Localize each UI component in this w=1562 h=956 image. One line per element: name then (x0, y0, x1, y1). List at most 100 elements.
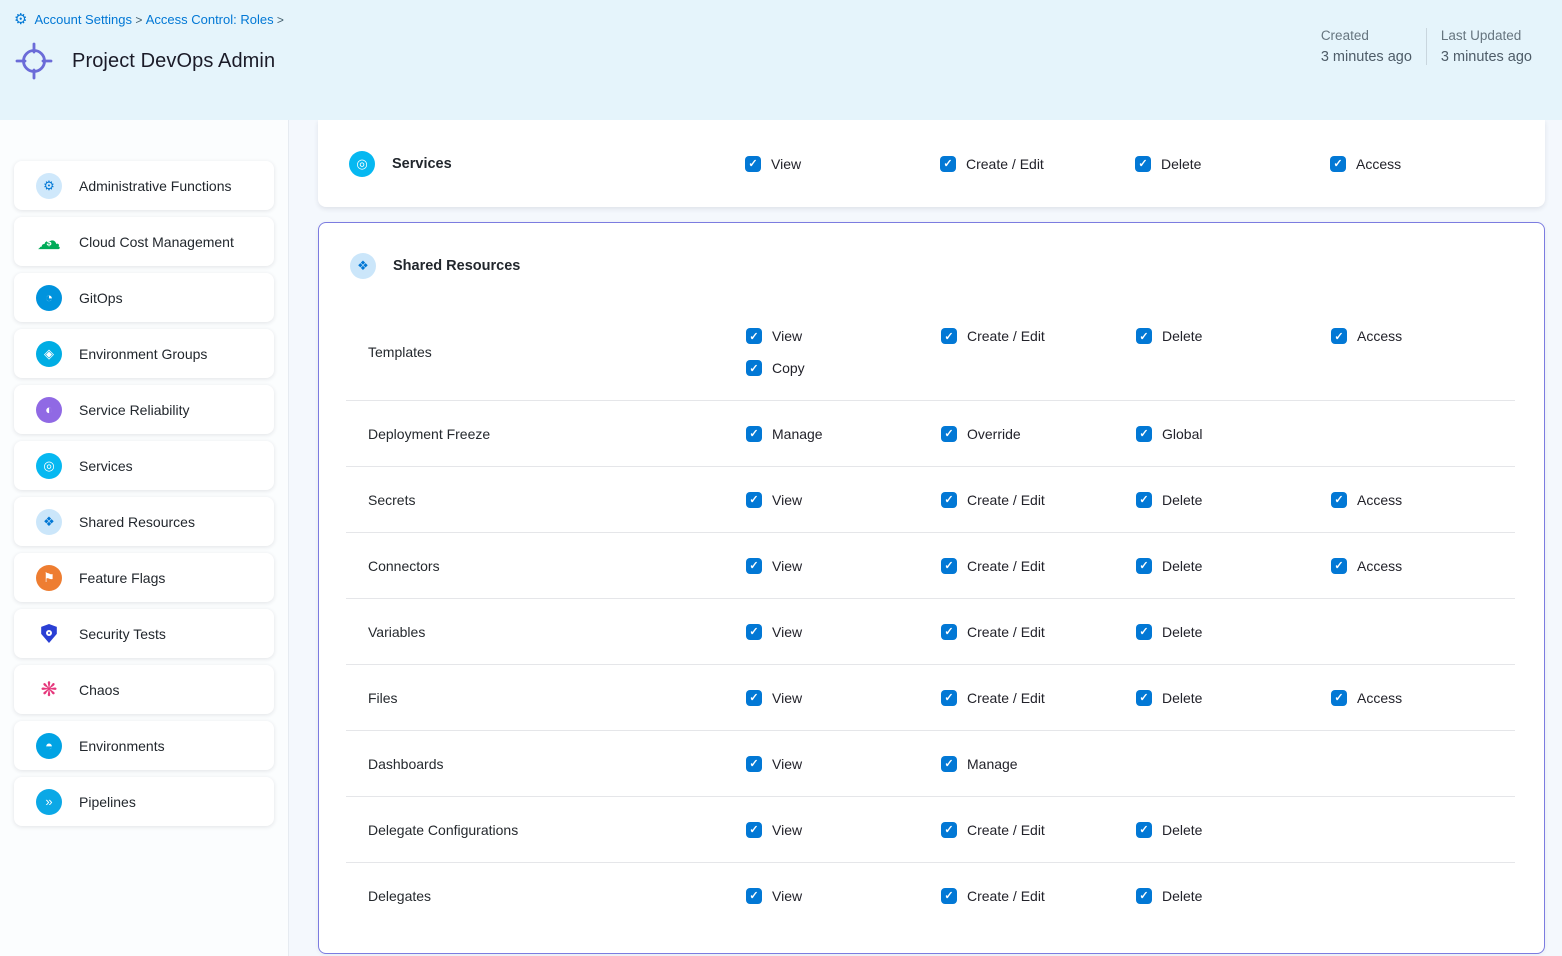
permission-checkbox-view[interactable]: ✓ View (746, 888, 941, 904)
permission-checkbox-view[interactable]: ✓View (746, 492, 941, 508)
sidebar-item-environment-groups[interactable]: ◈Environment Groups (14, 329, 274, 378)
breadcrumb-separator: > (132, 13, 146, 27)
checkbox-checked-icon[interactable]: ✓ (941, 624, 957, 640)
permission-checkbox-create-edit[interactable]: ✓Create / Edit (941, 888, 1136, 904)
checkbox-checked-icon[interactable]: ✓ (746, 558, 762, 574)
checkbox-checked-icon[interactable]: ✓ (746, 888, 762, 904)
sidebar-item-security-tests[interactable]: Security Tests (14, 609, 274, 658)
permission-checkbox-view[interactable]: ✓View (746, 822, 941, 838)
resource-row-secrets: Secrets✓View✓Create / Edit✓Delete✓Access (319, 467, 1544, 532)
permission-checkbox-create-edit[interactable]: ✓Create / Edit (941, 822, 1136, 838)
reliability-icon: ◐ (36, 397, 62, 423)
checkbox-checked-icon[interactable]: ✓ (941, 328, 957, 344)
checkbox-checked-icon[interactable]: ✓ (746, 624, 762, 640)
permission-checkbox-delete[interactable]: ✓Delete (1136, 888, 1331, 904)
resource-row-files: Files✓View✓Create / Edit✓Delete✓Access (319, 665, 1544, 730)
chaos-pinwheel-icon: ❋ (36, 677, 62, 703)
checkbox-checked-icon[interactable]: ✓ (941, 690, 957, 706)
permission-checkbox-create-edit[interactable]: ✓Create / Edit (941, 328, 1136, 344)
permission-checkbox-copy[interactable]: ✓Copy (746, 360, 941, 376)
permission-checkbox-delete[interactable]: ✓Delete (1136, 624, 1331, 640)
sidebar-item-pipelines[interactable]: »Pipelines (14, 777, 274, 826)
permission-checkbox-access[interactable]: ✓Access (1331, 492, 1544, 508)
checkbox-checked-icon[interactable]: ✓ (1136, 822, 1152, 838)
checkbox-checked-icon[interactable]: ✓ (1136, 426, 1152, 442)
permission-checkbox-access[interactable]: ✓Access (1331, 558, 1544, 574)
checkbox-checked-icon[interactable]: ✓ (1331, 690, 1347, 706)
checkbox-checked-icon[interactable]: ✓ (745, 156, 761, 172)
permission-checkbox-view[interactable]: ✓View (746, 328, 941, 344)
checkbox-checked-icon[interactable]: ✓ (1136, 690, 1152, 706)
permission-label: Delete (1162, 558, 1202, 574)
permission-label: Delete (1162, 492, 1202, 508)
permission-checkbox-view[interactable]: ✓View (746, 690, 941, 706)
permission-checkbox-view[interactable]: ✓View (745, 156, 940, 172)
last-updated-label: Last Updated (1441, 28, 1532, 43)
permission-checkbox-delete[interactable]: ✓ Delete (1136, 558, 1331, 574)
permission-checkbox-access[interactable]: ✓Access (1331, 328, 1544, 344)
permission-checkbox-manage[interactable]: ✓Manage (746, 426, 941, 442)
permission-checkbox-manage[interactable]: ✓Manage (941, 756, 1136, 772)
permission-checkbox-view[interactable]: ✓View (746, 558, 941, 574)
checkbox-checked-icon[interactable]: ✓ (746, 492, 762, 508)
sidebar-item-service-reliability[interactable]: ◐Service Reliability (14, 385, 274, 434)
permission-label: Override (967, 426, 1021, 442)
sidebar-item-gitops[interactable]: ◔GitOps (14, 273, 274, 322)
sidebar-item-label: Security Tests (79, 626, 166, 642)
checkbox-checked-icon[interactable]: ✓ (1136, 624, 1152, 640)
checkbox-checked-icon[interactable]: ✓ (1331, 328, 1347, 344)
permission-checkbox-create-edit[interactable]: ✓Create / Edit (940, 156, 1135, 172)
checkbox-checked-icon[interactable]: ✓ (941, 426, 957, 442)
checkbox-checked-icon[interactable]: ✓ (941, 822, 957, 838)
breadcrumb-link-account-settings[interactable]: Account Settings (34, 12, 132, 27)
permission-label: View (772, 756, 802, 772)
checkbox-checked-icon[interactable]: ✓ (941, 492, 957, 508)
checkbox-checked-icon[interactable]: ✓ (1330, 156, 1346, 172)
permission-checkbox-view[interactable]: ✓ View (746, 756, 941, 772)
sidebar-item-cloud-cost-management[interactable]: ☁$Cloud Cost Management (14, 217, 274, 266)
checkbox-checked-icon[interactable]: ✓ (1135, 156, 1151, 172)
permission-checkbox-create-edit[interactable]: ✓Create / Edit (941, 624, 1136, 640)
sidebar-item-services[interactable]: ◎Services (14, 441, 274, 490)
checkbox-checked-icon[interactable]: ✓ (940, 156, 956, 172)
permission-checkbox-override[interactable]: ✓ Override (941, 426, 1136, 442)
permission-checkbox-access[interactable]: ✓Access (1331, 690, 1544, 706)
checkbox-checked-icon[interactable]: ✓ (1136, 492, 1152, 508)
checkbox-checked-icon[interactable]: ✓ (746, 690, 762, 706)
permission-checkbox-create-edit[interactable]: ✓Create / Edit (941, 492, 1136, 508)
permission-checkbox-create-edit[interactable]: ✓Create / Edit (941, 558, 1136, 574)
checkbox-checked-icon[interactable]: ✓ (1136, 558, 1152, 574)
checkbox-checked-icon[interactable]: ✓ (1136, 328, 1152, 344)
section-header-services: ◎Services✓View✓Create / Edit✓Delete✓Acce… (318, 151, 1545, 177)
sidebar-item-label: Administrative Functions (79, 178, 232, 194)
sidebar-item-chaos[interactable]: ❋Chaos (14, 665, 274, 714)
checkbox-checked-icon[interactable]: ✓ (1331, 492, 1347, 508)
sidebar-item-feature-flags[interactable]: ⚑Feature Flags (14, 553, 274, 602)
checkbox-checked-icon[interactable]: ✓ (746, 360, 762, 376)
checkbox-checked-icon[interactable]: ✓ (746, 756, 762, 772)
checkbox-checked-icon[interactable]: ✓ (746, 822, 762, 838)
permission-checkbox-view[interactable]: ✓View (746, 624, 941, 640)
sidebar-item-environments[interactable]: ◓Environments (14, 721, 274, 770)
permission-checkbox-access[interactable]: ✓Access (1330, 156, 1545, 172)
permission-checkbox-global[interactable]: ✓Global (1136, 426, 1331, 442)
cloud-dollar-icon: ☁$ (36, 229, 62, 255)
checkbox-checked-icon[interactable]: ✓ (941, 558, 957, 574)
permission-checkbox-delete[interactable]: ✓Delete (1135, 156, 1330, 172)
sidebar-item-shared-resources[interactable]: ❖Shared Resources (14, 497, 274, 546)
checkbox-checked-icon[interactable]: ✓ (1136, 888, 1152, 904)
breadcrumb-link-access-control-roles[interactable]: Access Control: Roles (146, 12, 274, 27)
checkbox-checked-icon[interactable]: ✓ (941, 888, 957, 904)
permission-checkbox-delete[interactable]: ✓Delete (1136, 690, 1331, 706)
permission-checkbox-create-edit[interactable]: ✓Create / Edit (941, 690, 1136, 706)
checkbox-checked-icon[interactable]: ✓ (746, 328, 762, 344)
checkbox-checked-icon[interactable]: ✓ (746, 426, 762, 442)
section-card-shared-resources: ❖Shared ResourcesTemplates✓View✓Copy✓Cre… (318, 222, 1545, 954)
checkbox-checked-icon[interactable]: ✓ (1331, 558, 1347, 574)
sidebar-item-administrative-functions[interactable]: ⚙Administrative Functions (14, 161, 274, 210)
permission-checkbox-delete[interactable]: ✓Delete (1136, 328, 1331, 344)
permission-checkbox-delete[interactable]: ✓Delete (1136, 822, 1331, 838)
checkbox-checked-icon[interactable]: ✓ (941, 756, 957, 772)
permission-checkbox-delete[interactable]: ✓ Delete (1136, 492, 1331, 508)
permission-label: View (772, 888, 802, 904)
